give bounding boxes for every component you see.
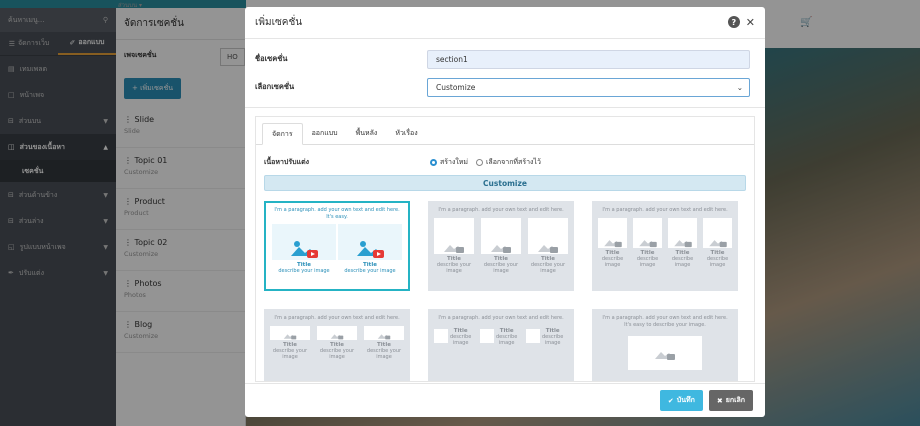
- image-placeholder-icon: [668, 217, 697, 248]
- image-placeholder-icon: [703, 217, 732, 248]
- image-placeholder-icon: [528, 217, 568, 254]
- card-desc: describe your image: [366, 347, 402, 360]
- save-label: บันทึก: [676, 396, 695, 404]
- image-placeholder-icon: [628, 336, 702, 370]
- layout-card-2col[interactable]: I'm a paragraph. add your own text and e…: [264, 201, 410, 291]
- card-desc: describe your image: [436, 261, 472, 274]
- card-desc: image: [639, 261, 656, 268]
- card-desc: image: [709, 261, 726, 268]
- card-item: Title describe image: [668, 217, 697, 268]
- layout-card-4col[interactable]: I'm a paragraph. add your own text and e…: [592, 201, 738, 291]
- card-item: Title describe image: [633, 217, 662, 268]
- card-desc: describe your image: [272, 347, 308, 360]
- tab-heading[interactable]: หัวเรื่อง: [386, 122, 426, 144]
- card-item: Title describe your image: [528, 217, 568, 274]
- help-icon[interactable]: ?: [727, 16, 740, 28]
- card-desc: describe: [450, 333, 472, 340]
- radio-create-new[interactable]: สร้างใหม่: [430, 157, 468, 168]
- image-placeholder-icon: [338, 224, 402, 260]
- tab-manage[interactable]: จัดการ: [262, 123, 303, 145]
- content-source-row: เนื้อหาปรับแต่ง สร้างใหม่ เลือกจากที่สร้…: [256, 151, 754, 173]
- type-row: เลือกเซคชั่น Customize ⌄: [245, 73, 765, 101]
- image-placeholder-icon: [481, 217, 521, 254]
- save-button[interactable]: ✔ บันทึก: [659, 390, 703, 411]
- radio-label: สร้างใหม่: [440, 157, 469, 166]
- tab-design[interactable]: ออกแบบ: [303, 122, 347, 144]
- layout-card-list[interactable]: I'm a paragraph. add your own text and e…: [428, 309, 574, 381]
- card-item: Title describe your image: [481, 217, 521, 274]
- layout-card-3col[interactable]: I'm a paragraph. add your own text and e…: [428, 201, 574, 291]
- card-item: Title describe image: [526, 326, 568, 346]
- section-type-select[interactable]: Customize ⌄: [427, 77, 750, 97]
- cancel-button[interactable]: ✖ ยกเลิก: [708, 390, 753, 411]
- image-placeholder-icon: [270, 325, 310, 340]
- name-row: ชื่อเซคชั่น section1: [245, 45, 765, 73]
- card-desc: describe your image: [278, 268, 330, 274]
- check-icon: ✔: [667, 396, 674, 405]
- select-value: Customize: [436, 82, 476, 92]
- image-placeholder-icon: [434, 217, 474, 254]
- card-desc: image: [498, 339, 515, 346]
- image-placeholder-icon: [272, 224, 336, 260]
- card-desc: describe your image: [530, 261, 566, 274]
- modal-title: เพิ่มเซคชั่น: [255, 17, 303, 28]
- card-item: Title describe image: [480, 326, 522, 346]
- card-desc: image: [544, 339, 561, 346]
- layout-card-3col-grid[interactable]: I'm a paragraph. add your own text and e…: [264, 309, 410, 381]
- image-placeholder-icon: [633, 217, 662, 248]
- card-desc: describe: [496, 333, 518, 340]
- card-intro: I'm a paragraph. add your own text and e…: [602, 207, 728, 213]
- radio-icon: [430, 158, 437, 166]
- cancel-label: ยกเลิก: [725, 396, 745, 404]
- card-item: Title describe image: [703, 217, 732, 268]
- card-desc: describe: [542, 333, 564, 340]
- settings-tabs: จัดการ ออกแบบ พื้นหลัง หัวเรื่อง เนื้อหา…: [255, 116, 755, 382]
- card-item: Title describe image: [434, 326, 476, 346]
- card-intro: I'm a paragraph. add your own text and e…: [438, 207, 564, 213]
- card-desc: describe your image: [483, 261, 519, 274]
- card-desc: image: [674, 261, 691, 268]
- image-placeholder-icon: [598, 217, 627, 248]
- card-intro: I'm a paragraph. add your own text and e…: [602, 315, 728, 328]
- modal-header: เพิ่มเซคชั่น ? ✕: [245, 7, 765, 39]
- card-desc: describe your image: [344, 268, 396, 274]
- layout-card-single[interactable]: I'm a paragraph. add your own text and e…: [592, 309, 738, 381]
- chevron-down-icon: ⌄: [736, 82, 743, 92]
- close-icon: ✖: [716, 396, 723, 405]
- card-item: Title describe your image: [272, 224, 336, 274]
- image-placeholder-icon: [526, 328, 540, 343]
- radio-choose-existing[interactable]: เลือกจากที่สร้างไว้: [476, 157, 541, 168]
- card-desc: describe your image: [319, 347, 355, 360]
- section-name-field[interactable]: section1: [427, 49, 750, 69]
- card-intro: I'm a paragraph. add your own text and e…: [438, 315, 564, 321]
- card-intro: I'm a paragraph. add your own text and e…: [274, 207, 400, 220]
- add-section-modal: เพิ่มเซคชั่น ? ✕ ชื่อเซคชั่น section1 เล…: [245, 7, 765, 417]
- card-intro: I'm a paragraph. add your own text and e…: [274, 315, 400, 321]
- image-placeholder-icon: [434, 328, 448, 343]
- card-item: Title describe image: [598, 217, 627, 268]
- card-item: Title describe your image: [434, 217, 474, 274]
- card-item: Title describe your image: [317, 325, 357, 360]
- card-desc: image: [452, 339, 469, 346]
- card-item: Title describe your image: [364, 325, 404, 360]
- name-label: ชื่อเซคชั่น: [255, 54, 288, 63]
- image-placeholder-icon: [317, 325, 357, 340]
- card-item: Title describe your image: [270, 325, 310, 360]
- type-label: เลือกเซคชั่น: [255, 82, 295, 91]
- customize-bar: Customize: [264, 175, 746, 191]
- modal-footer: ✔ บันทึก ✖ ยกเลิก: [245, 383, 765, 417]
- card-desc: image: [604, 261, 621, 268]
- layout-grid: I'm a paragraph. add your own text and e…: [256, 191, 754, 381]
- content-label: เนื้อหาปรับแต่ง: [264, 157, 310, 166]
- radio-label: เลือกจากที่สร้างไว้: [486, 157, 541, 166]
- close-icon[interactable]: ✕: [746, 16, 755, 29]
- image-placeholder-icon: [364, 325, 404, 340]
- tab-background[interactable]: พื้นหลัง: [347, 122, 387, 144]
- card-item: Title describe your image: [338, 224, 402, 274]
- radio-icon: [476, 158, 484, 166]
- image-placeholder-icon: [480, 328, 494, 343]
